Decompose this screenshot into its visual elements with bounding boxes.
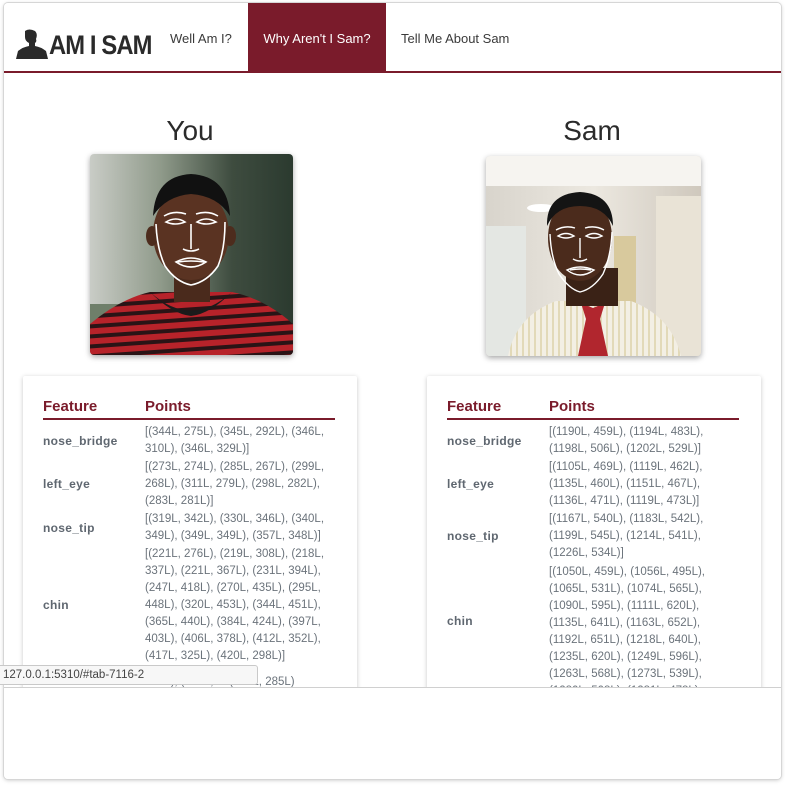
feature-name: nose_bridge bbox=[43, 433, 118, 448]
table-row: nose_tip [(1167L, 540L), (1183L, 542L), … bbox=[447, 510, 739, 562]
feature-points: [(1190L, 459L), (1194L, 483L), (1198L, 5… bbox=[549, 425, 704, 455]
sam-heading: Sam bbox=[563, 115, 621, 146]
table-row: chin [(1050L, 459L), (1056L, 495L), (106… bbox=[447, 562, 739, 714]
feature-points: [(1105L, 469L), (1119L, 462L), (1135L, 4… bbox=[549, 460, 703, 507]
feature-name: left_eye bbox=[43, 477, 91, 491]
table-row: nose_tip [(319L, 342L), (330L, 346L), (3… bbox=[43, 510, 335, 545]
table-row: nose_bridge [(344L, 275L), (345L, 292L),… bbox=[43, 423, 335, 458]
nav-tab-tell-me-about-sam[interactable]: Tell Me About Sam bbox=[401, 3, 521, 73]
table-row: left_eye [(1105L, 469L), (1119L, 462L), … bbox=[447, 458, 739, 510]
table-header: Feature Points bbox=[447, 398, 739, 420]
feature-points: [(273L, 274L), (285L, 267L), (299L, 268L… bbox=[145, 460, 325, 507]
feature-points: [(319L, 342L), (330L, 346L), (340L, 349L… bbox=[145, 512, 325, 542]
feature-name: left_eye bbox=[447, 477, 495, 491]
you-heading: You bbox=[166, 115, 214, 146]
status-bar-url: 127.0.0.1:5310/#tab-7116-2 bbox=[0, 665, 258, 685]
nav-tab-why-arent-i-sam[interactable]: Why Aren't I Sam? bbox=[248, 3, 386, 73]
feature-column-header: Feature bbox=[447, 398, 502, 415]
nav-tab-well-am-i[interactable]: Well Am I? bbox=[170, 3, 244, 73]
points-column-header: Points bbox=[145, 398, 191, 415]
window-bottom-area bbox=[4, 687, 781, 779]
top-navbar: AM I SAM Well Am I? Why Aren't I Sam? Te… bbox=[4, 3, 781, 73]
sam-face-photo bbox=[486, 156, 701, 356]
brand-logo[interactable]: AM I SAM bbox=[16, 25, 166, 59]
feature-name: chin bbox=[43, 598, 69, 612]
you-features-table: Feature Points nose_bridge [(344L, 275L)… bbox=[43, 398, 335, 699]
table-header: Feature Points bbox=[43, 398, 335, 420]
table-row: nose_bridge [(1190L, 459L), (1194L, 483L… bbox=[447, 423, 739, 458]
feature-points: [(344L, 275L), (345L, 292L), (346L, 310L… bbox=[145, 425, 325, 455]
brand-logo-text: AM I SAM bbox=[49, 30, 152, 60]
feature-name: nose_tip bbox=[447, 529, 499, 543]
feature-points: [(221L, 276L), (219L, 308L), (218L, 337L… bbox=[145, 547, 325, 662]
table-row: left_eye [(273L, 274L), (285L, 267L), (2… bbox=[43, 458, 335, 510]
feature-name: nose_bridge bbox=[447, 433, 522, 448]
feature-column-header: Feature bbox=[43, 398, 98, 415]
feature-points: [(1167L, 540L), (1183L, 542L), (1199L, 5… bbox=[549, 512, 704, 559]
person-silhouette-icon bbox=[16, 29, 48, 59]
you-face-photo bbox=[90, 154, 293, 355]
feature-name: nose_tip bbox=[43, 520, 95, 535]
points-column-header: Points bbox=[549, 398, 595, 415]
browser-window: AM I SAM Well Am I? Why Aren't I Sam? Te… bbox=[4, 3, 781, 779]
table-row: chin [(221L, 276L), (219L, 308L), (218L,… bbox=[43, 545, 335, 665]
feature-name: chin bbox=[447, 614, 473, 628]
sam-features-table: Feature Points nose_bridge [(1190L, 459L… bbox=[447, 398, 739, 714]
